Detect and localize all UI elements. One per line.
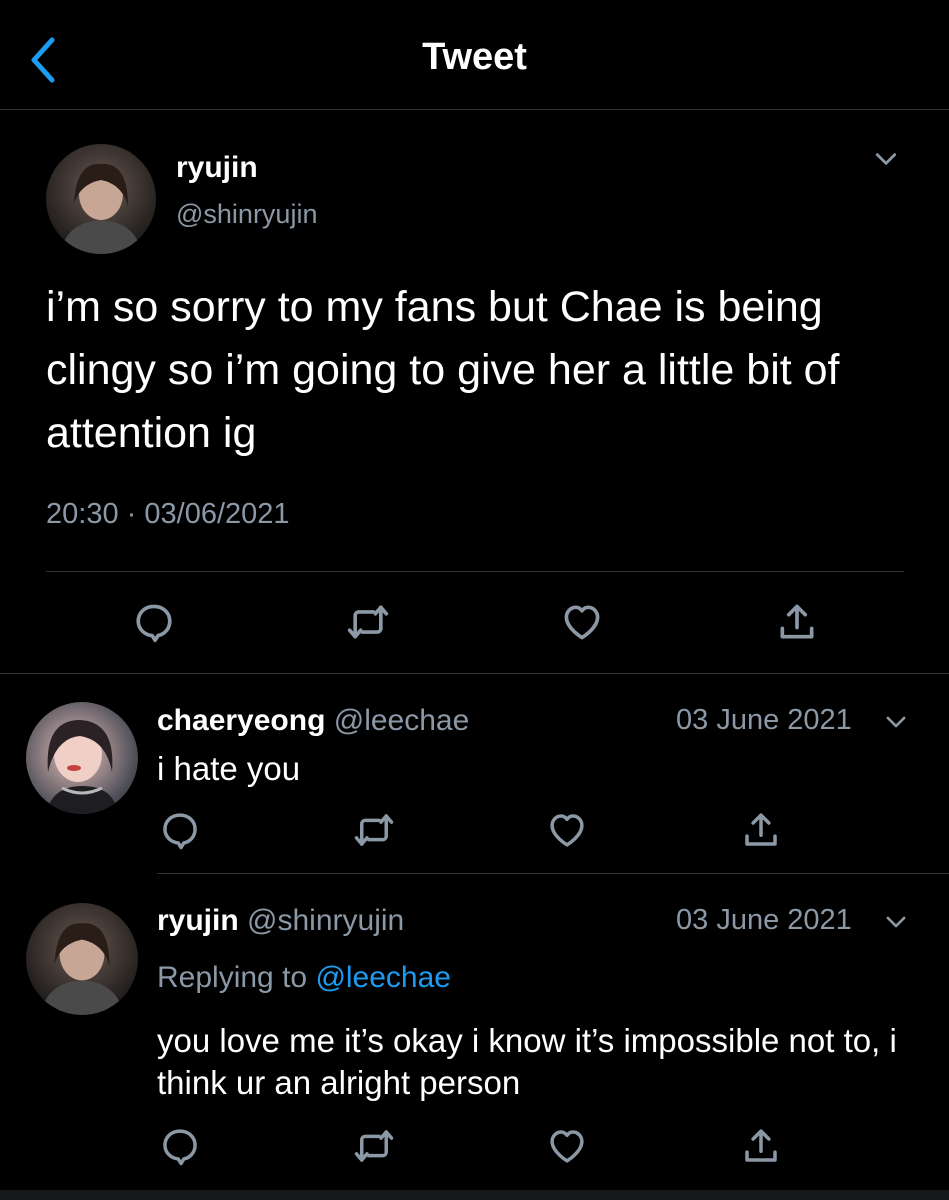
reply-header: chaeryeong @leechae xyxy=(157,704,469,738)
chevron-down-icon xyxy=(864,144,908,174)
page-title: Tweet xyxy=(422,36,527,78)
reply-date: 03 June 2021 xyxy=(676,904,852,936)
author-name[interactable]: ryujin xyxy=(176,151,258,185)
like-icon xyxy=(546,809,588,851)
tweet-text: i’m so sorry to my fans but Chae is bein… xyxy=(46,283,840,457)
top-bar: Tweet xyxy=(0,0,949,110)
retweet-button[interactable] xyxy=(350,1122,398,1170)
reply-text: you love me it’s okay i know it’s imposs… xyxy=(157,1022,897,1101)
reply-author-handle[interactable]: @shinryujin xyxy=(247,904,404,937)
like-button[interactable] xyxy=(543,1122,591,1170)
share-button[interactable] xyxy=(773,598,821,646)
avatar-photo xyxy=(26,702,138,814)
share-icon xyxy=(775,600,819,644)
chevron-down-icon xyxy=(878,708,914,736)
avatar[interactable] xyxy=(46,144,156,254)
like-button[interactable] xyxy=(558,598,606,646)
share-icon xyxy=(740,809,782,851)
bottom-edge xyxy=(0,1190,949,1200)
avatar-photo xyxy=(46,144,156,254)
reply-button[interactable] xyxy=(156,1122,204,1170)
reply-icon xyxy=(159,809,201,851)
avatar-photo xyxy=(26,903,138,1015)
replying-to: Replying to @leechae xyxy=(157,961,451,995)
reply-author-name[interactable]: chaeryeong xyxy=(157,704,325,737)
reply-icon xyxy=(159,1125,201,1167)
reply-text: i hate you xyxy=(157,750,301,787)
replying-to-handle[interactable]: @leechae xyxy=(315,961,451,994)
chevron-down-icon xyxy=(878,908,914,936)
like-button[interactable] xyxy=(543,806,591,854)
retweet-icon xyxy=(353,809,395,851)
reply-menu-button[interactable] xyxy=(878,908,914,936)
reply-button[interactable] xyxy=(130,598,178,646)
replying-to-label: Replying to xyxy=(157,961,308,994)
like-icon xyxy=(546,1125,588,1167)
reply-author-name[interactable]: ryujin xyxy=(157,904,239,937)
tweet-menu-button[interactable] xyxy=(864,144,908,174)
timestamp-separator: · xyxy=(126,498,137,530)
reply-avatar[interactable] xyxy=(26,903,138,1015)
share-button[interactable] xyxy=(737,806,785,854)
reply-author-handle[interactable]: @leechae xyxy=(334,704,470,737)
divider xyxy=(46,571,904,572)
reply-menu-button[interactable] xyxy=(878,708,914,736)
retweet-icon xyxy=(353,1125,395,1167)
reply-header: ryujin @shinryujin xyxy=(157,904,404,938)
divider xyxy=(0,673,949,674)
share-button[interactable] xyxy=(737,1122,785,1170)
tweet-timestamp: 20:30 · 03/06/2021 xyxy=(46,498,290,531)
reply-button[interactable] xyxy=(156,806,204,854)
tweet-date: 03/06/2021 xyxy=(144,498,290,530)
like-icon xyxy=(560,600,604,644)
reply-avatar[interactable] xyxy=(26,702,138,814)
divider xyxy=(157,873,949,874)
share-icon xyxy=(740,1125,782,1167)
retweet-icon xyxy=(346,600,390,644)
author-handle[interactable]: @shinryujin xyxy=(176,199,317,230)
reply-date: 03 June 2021 xyxy=(676,704,852,736)
reply-icon xyxy=(132,600,176,644)
retweet-button[interactable] xyxy=(344,598,392,646)
tweet-time: 20:30 xyxy=(46,498,119,530)
retweet-button[interactable] xyxy=(350,806,398,854)
